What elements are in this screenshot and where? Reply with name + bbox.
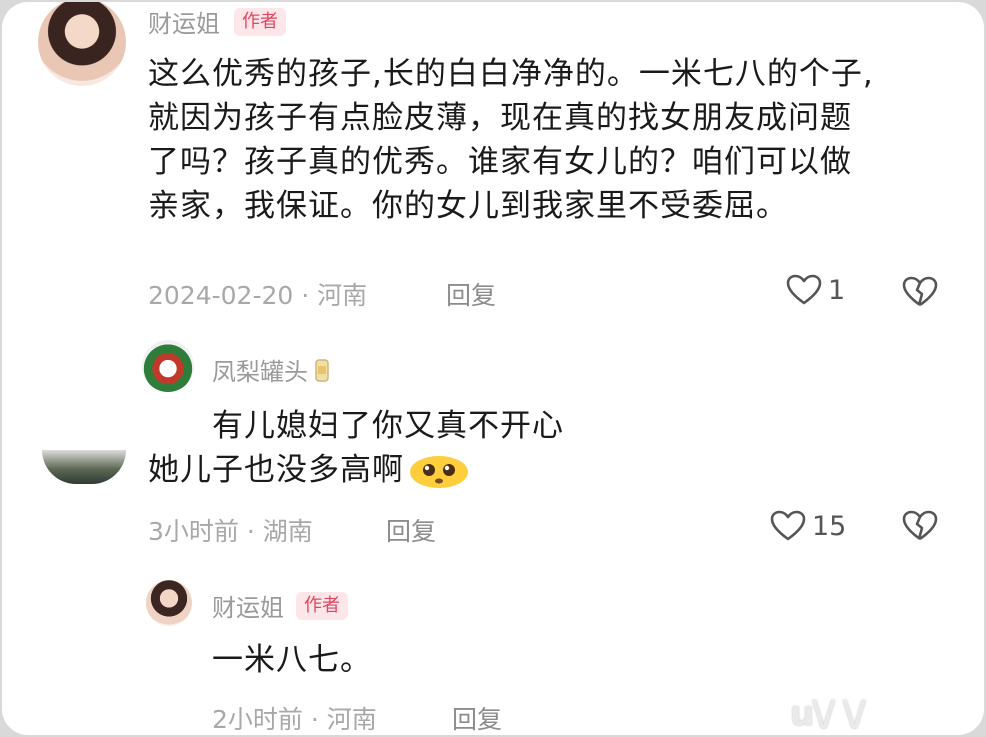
like-count: 15 — [812, 510, 847, 542]
pleading-emoji-icon — [408, 450, 470, 490]
reply-line-2: 她儿子也没多高啊 — [148, 448, 470, 492]
comment-line: 了吗？孩子真的优秀。谁家有女儿的？咱们可以做 — [148, 144, 852, 180]
reply-header: 财运姐 作者 — [212, 588, 348, 623]
comment-date: 2024-02-20 — [148, 281, 294, 310]
comment-line: 这么优秀的孩子,长的白白净净的。一米七八的个子, — [148, 56, 874, 92]
reply-line: 她儿子也没多高啊 — [148, 452, 404, 488]
like-button[interactable]: 1 — [786, 274, 845, 306]
can-icon — [314, 357, 330, 383]
avatar[interactable] — [142, 340, 194, 392]
reply-line: 有儿媳妇了你又真不开心 — [212, 408, 564, 444]
heart-icon — [770, 510, 806, 542]
username[interactable]: 凤梨罐头 — [212, 352, 308, 387]
reply-location: 湖南 — [262, 517, 313, 546]
author-badge: 作者 — [234, 7, 286, 36]
meta-separator: · — [310, 705, 327, 734]
comment-panel: 财运姐 作者 这么优秀的孩子,长的白白净净的。一米七八的个子, 就因为孩子有点脸… — [2, 2, 984, 735]
meta-separator: · — [301, 281, 318, 310]
reply-text: 一米八七。 — [212, 642, 372, 678]
reply-button[interactable]: 回复 — [446, 276, 496, 312]
comment-line: 亲家，我保证。你的女儿到我家里不受委屈。 — [148, 188, 788, 224]
reply-button[interactable]: 回复 — [386, 512, 436, 548]
reply-time: 2小时前 — [212, 705, 303, 734]
comment-text: 这么优秀的孩子,长的白白净净的。一米七八的个子, 就因为孩子有点脸皮薄，现在真的… — [148, 52, 874, 228]
reply-meta: 3小时前 · 湖南 — [148, 512, 313, 548]
comment-line: 就因为孩子有点脸皮薄，现在真的找女朋友成问题 — [148, 100, 852, 136]
like-count: 1 — [828, 274, 846, 306]
reply-meta: 2小时前 · 河南 — [212, 700, 377, 735]
avatar[interactable] — [38, 2, 126, 86]
comment-meta: 2024-02-20 · 河南 — [148, 276, 367, 312]
reply-time: 3小时前 — [148, 517, 239, 546]
avatar[interactable] — [42, 450, 126, 484]
reply-location: 河南 — [326, 705, 377, 734]
heart-icon — [786, 274, 822, 306]
watermark-logo: u\/ \/ — [790, 694, 866, 734]
broken-heart-icon[interactable] — [902, 276, 938, 308]
author-badge: 作者 — [296, 591, 348, 620]
broken-heart-icon[interactable] — [902, 510, 938, 542]
meta-separator: · — [246, 517, 263, 546]
comment-header: 财运姐 作者 — [148, 4, 286, 39]
comment-location: 河南 — [317, 281, 368, 310]
reply-button[interactable]: 回复 — [452, 700, 502, 735]
avatar[interactable] — [146, 580, 192, 626]
username[interactable]: 财运姐 — [148, 4, 220, 39]
username[interactable]: 财运姐 — [212, 588, 284, 623]
like-button[interactable]: 15 — [770, 510, 846, 542]
reply-header: 凤梨罐头 — [212, 352, 330, 387]
